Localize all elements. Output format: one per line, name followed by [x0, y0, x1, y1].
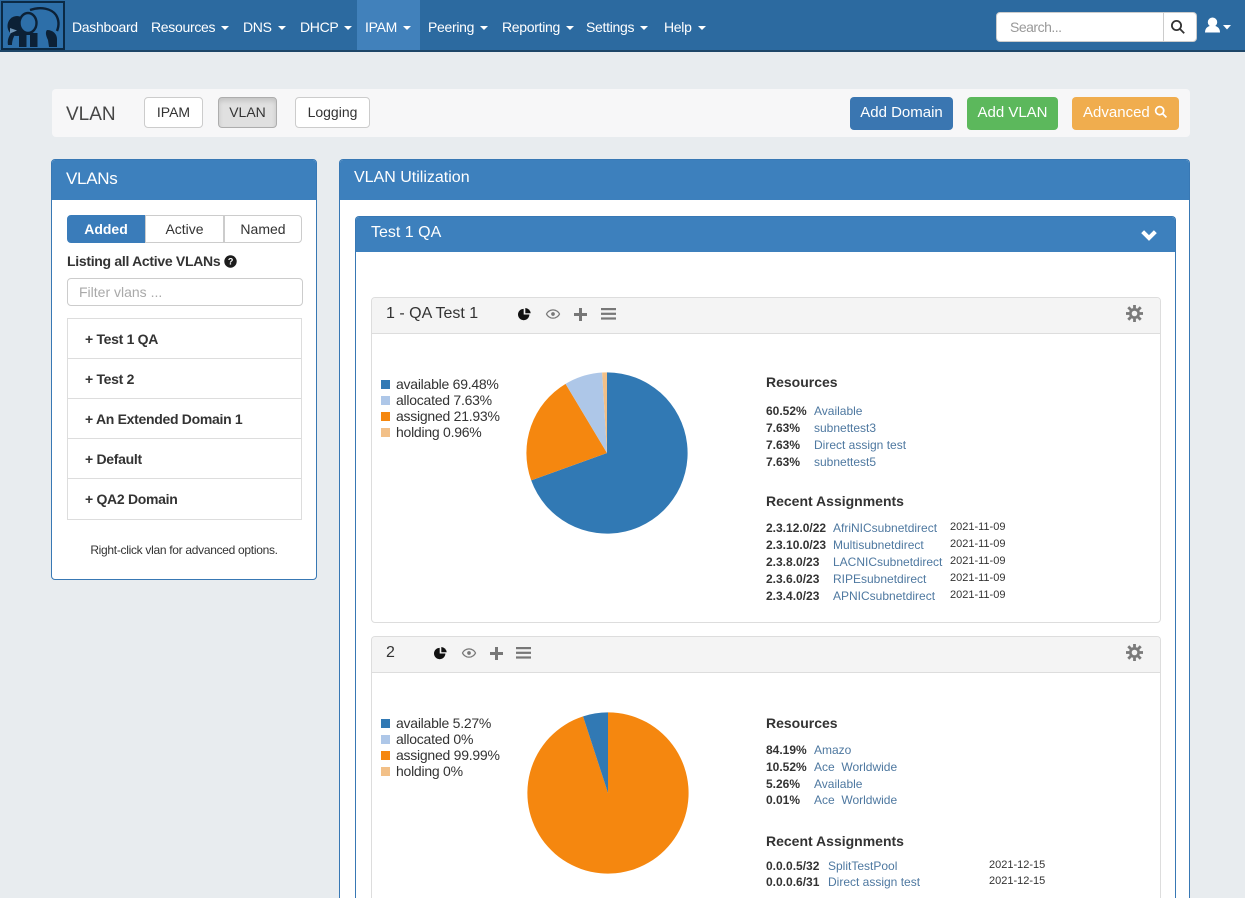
svg-text:?: ? — [228, 257, 233, 267]
